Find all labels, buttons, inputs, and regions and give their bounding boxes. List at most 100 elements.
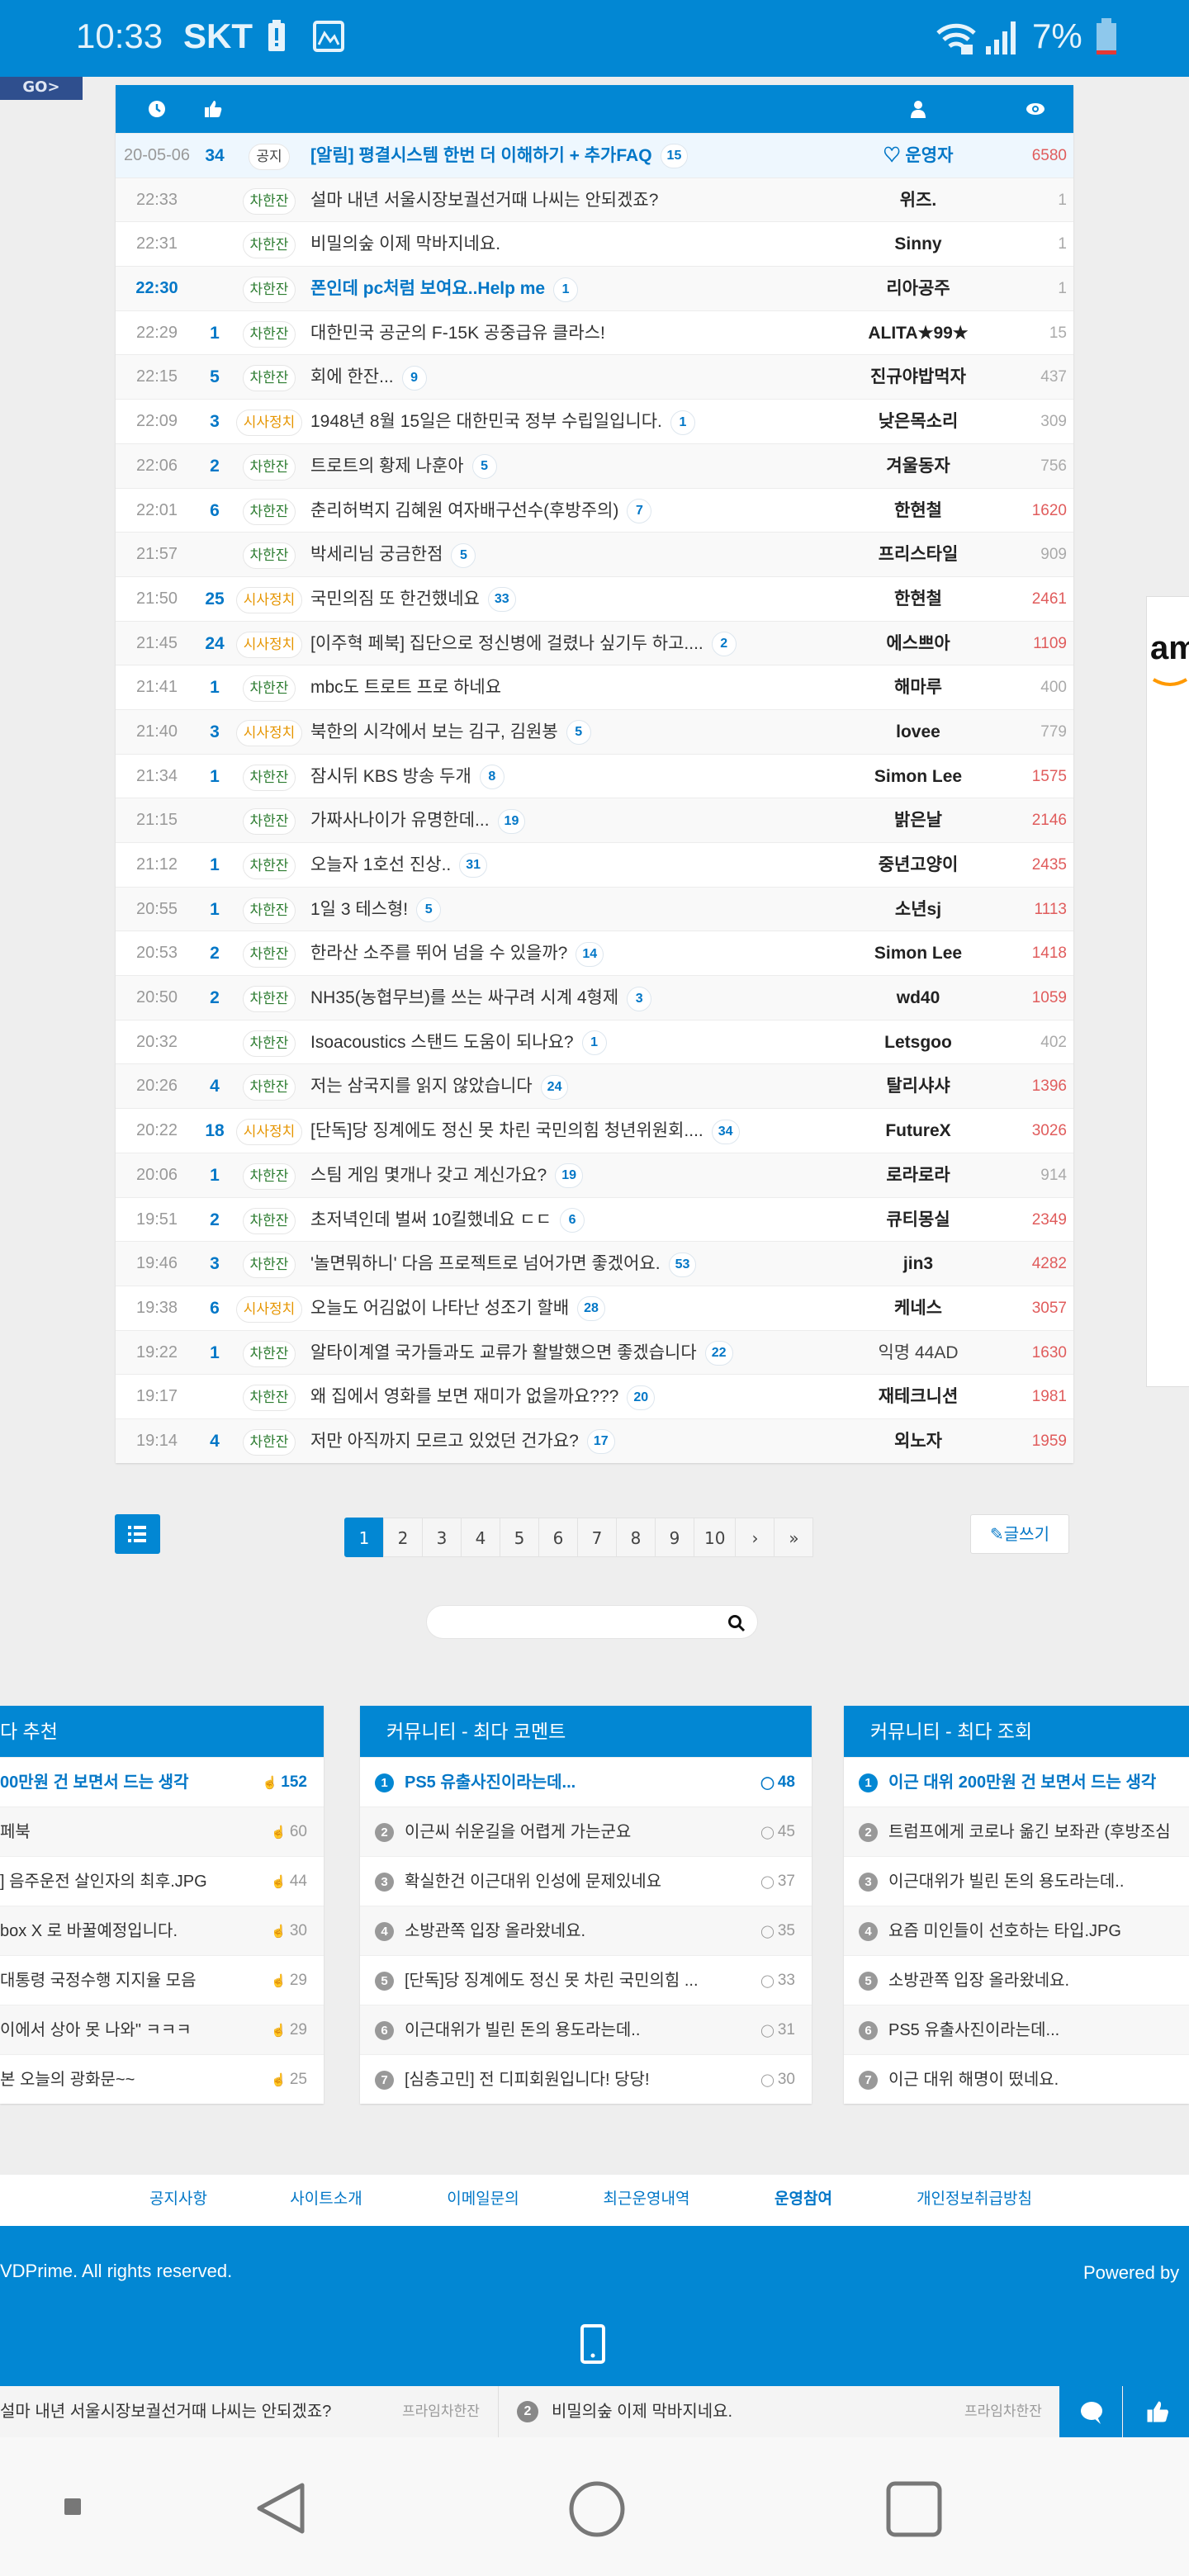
post-title[interactable]: [알림] 평결시스템 한번 더 이해하기 + 추가FAQ: [310, 146, 652, 165]
category-badge[interactable]: 차한잔: [242, 453, 296, 481]
post-author[interactable]: jin3: [834, 1242, 1002, 1286]
post-title[interactable]: [이주혁 페북] 집단으로 정신병에 걸렸나 싶기두 하고....: [310, 634, 703, 653]
post-title[interactable]: 대한민국 공군의 F-15K 공중급유 클라스!: [310, 324, 605, 343]
category-badge[interactable]: 차한잔: [242, 1163, 296, 1190]
post-author[interactable]: 해마루: [834, 665, 1002, 709]
category-badge[interactable]: 차한잔: [242, 232, 296, 259]
category-badge[interactable]: 차한잔: [242, 986, 296, 1013]
post-title[interactable]: 춘리허벅지 김혜원 여자배구선수(후방주의): [310, 501, 618, 520]
page-10-button[interactable]: 10: [694, 1518, 737, 1557]
card-item-title[interactable]: 00만원 건 보면서 드는 생각: [0, 1758, 249, 1807]
ticker-item-2[interactable]: 비밀의숲 이제 막바지네요.: [552, 2386, 732, 2437]
card-item[interactable]: 이에서 상아 못 나와" ㅋㅋㅋ ☝ 29: [0, 2005, 324, 2054]
card-item-title[interactable]: 이근대위가 빌린 돈의 용도라는데..: [888, 1857, 1189, 1906]
table-row[interactable]: 22:01 6 차한잔 춘리허벅지 김혜원 여자배구선수(후방주의) 7 한현철 1620: [116, 487, 1073, 533]
category-badge[interactable]: 차한잔: [242, 764, 296, 791]
post-author[interactable]: 한현철: [834, 489, 1002, 533]
category-badge[interactable]: 차한잔: [242, 1385, 296, 1412]
post-author[interactable]: FutureX: [834, 1109, 1002, 1153]
table-row[interactable]: 20:55 1 차한잔 1일 3 테스형! 5 소년sj 1113: [116, 886, 1073, 931]
table-row[interactable]: 22:33 차한잔 설마 내년 서울시장보궐선거때 나씨는 안되겠죠? 위즈. 1: [116, 177, 1073, 222]
category-badge[interactable]: 차한잔: [242, 1428, 296, 1456]
table-row[interactable]: 19:17 차한잔 왜 집에서 영화를 보면 재미가 없을까요??? 20 재테크니션 1…: [116, 1374, 1073, 1418]
post-author[interactable]: Simon Lee: [834, 755, 1002, 798]
card-item[interactable]: box X 로 바꿀예정입니다. ☝ 30: [0, 1906, 324, 1955]
category-badge[interactable]: 차한잔: [242, 1340, 296, 1367]
card-item[interactable]: 4 소방관쪽 입장 올라왔네요. ◯ 35: [360, 1906, 812, 1955]
page-5-button[interactable]: 5: [500, 1518, 539, 1557]
category-badge[interactable]: 차한잔: [242, 808, 296, 836]
category-badge[interactable]: 시사정치: [235, 586, 303, 613]
footer-link[interactable]: 개인정보취급방침: [917, 2186, 1032, 2209]
next-page-button[interactable]: ›: [735, 1518, 775, 1557]
post-author[interactable]: ♡ 운영자: [834, 134, 1002, 178]
post-title[interactable]: 가짜사나이가 유명한데...: [310, 811, 490, 830]
page-7-button[interactable]: 7: [577, 1518, 617, 1557]
card-item-title[interactable]: 트럼프에게 코로나 옮긴 보좌관 (후방조심: [888, 1807, 1189, 1857]
post-author[interactable]: 재테크니션: [834, 1375, 1002, 1418]
table-row[interactable]: 19:38 6 시사정치 오늘도 어김없이 나타난 성조기 할배 28 케네스 3057: [116, 1285, 1073, 1330]
post-title[interactable]: NH35(농협무브)를 쓰는 싸구려 시계 4형제: [310, 988, 618, 1007]
comment-button[interactable]: [1059, 2386, 1122, 2437]
post-title[interactable]: 트로트의 황제 나훈아: [310, 457, 464, 476]
category-badge[interactable]: 차한잔: [242, 675, 296, 703]
category-badge[interactable]: 차한잔: [242, 941, 296, 968]
thumbs-up-icon[interactable]: [203, 99, 223, 119]
card-item-title[interactable]: 이에서 상아 못 나와" ㅋㅋㅋ: [0, 2005, 249, 2055]
post-author[interactable]: 탈리샤샤: [834, 1064, 1002, 1108]
post-title[interactable]: [단독]당 징계에도 정신 못 차린 국민의힘 청년위원회....: [310, 1121, 703, 1140]
table-row[interactable]: 19:14 4 차한잔 저만 아직까지 모르고 있었던 건가요? 17 외노자 1959: [116, 1418, 1073, 1463]
home-icon[interactable]: [568, 2480, 626, 2538]
table-row[interactable]: 21:40 3 시사정치 북한의 시각에서 보는 김구, 김원봉 5 lovee 779: [116, 708, 1073, 754]
post-title[interactable]: 잠시뒤 KBS 방송 두개: [310, 767, 471, 786]
card-item[interactable]: 7 [심층고민] 전 디피회원입니다! 당당! ◯ 30: [360, 2054, 812, 2104]
post-author[interactable]: 겨울동자: [834, 444, 1002, 488]
table-row[interactable]: 21:15 차한잔 가짜사나이가 유명한데... 19 밝은날 2146: [116, 798, 1073, 842]
footer-link[interactable]: 운영참여: [775, 2186, 832, 2209]
category-badge[interactable]: 차한잔: [242, 1074, 296, 1101]
back-icon[interactable]: [253, 2482, 310, 2535]
card-item[interactable]: 5 소방관쪽 입장 올라왔네요.: [844, 1955, 1189, 2005]
category-badge[interactable]: 차한잔: [242, 187, 296, 215]
category-badge[interactable]: 차한잔: [242, 320, 296, 348]
table-row[interactable]: 19:22 1 차한잔 알타이계열 국가들과도 교류가 활발했으면 좋겠습니다 22 익명…: [116, 1329, 1073, 1375]
post-author[interactable]: 위즈.: [834, 178, 1002, 222]
page-4-button[interactable]: 4: [461, 1518, 500, 1557]
post-title[interactable]: 저는 삼국지를 읽지 않았습니다: [310, 1077, 533, 1096]
post-author[interactable]: 중년고양이: [834, 843, 1002, 887]
post-author[interactable]: 에스쁘아: [834, 622, 1002, 665]
table-row[interactable]: 20:22 18 시사정치 [단독]당 징계에도 정신 못 차린 국민의힘 청년위원회…: [116, 1108, 1073, 1153]
card-item-title[interactable]: 소방관쪽 입장 올라왔네요.: [405, 1906, 737, 1956]
post-author[interactable]: ALITA★99★: [834, 311, 1002, 355]
mobile-icon[interactable]: [580, 2323, 606, 2365]
post-title[interactable]: 국민의짐 또 한건했네요: [310, 590, 480, 608]
table-row[interactable]: 21:41 1 차한잔 mbc도 트로트 프로 하네요 해마루 400: [116, 665, 1073, 709]
card-item-title[interactable]: 이근 대위 200만원 건 보면서 드는 생각: [888, 1758, 1189, 1807]
card-item-title[interactable]: ] 음주운전 살인자의 최후.JPG: [0, 1857, 249, 1906]
post-title[interactable]: 왜 집에서 영화를 보면 재미가 없을까요???: [310, 1387, 618, 1406]
ticker-item-1[interactable]: 설마 내년 서울시장보궐선거때 나씨는 안되겠죠?: [0, 2386, 388, 2437]
go-button[interactable]: GO>: [0, 77, 83, 100]
card-item-title[interactable]: 확실한건 이근대위 인성에 문제있네요: [405, 1857, 737, 1906]
post-title[interactable]: 오늘도 어김없이 나타난 성조기 할배: [310, 1299, 569, 1318]
post-author[interactable]: Sinny: [834, 222, 1002, 266]
category-badge[interactable]: 차한잔: [242, 853, 296, 879]
category-badge[interactable]: 공지: [249, 144, 290, 170]
table-row[interactable]: 21:12 1 차한잔 오늘자 1호선 진상.. 31 중년고양이 2435: [116, 842, 1073, 887]
post-author[interactable]: lovee: [834, 710, 1002, 754]
search-icon[interactable]: [727, 1614, 746, 1632]
clock-icon[interactable]: [147, 99, 167, 119]
table-row[interactable]: 20:32 차한잔 Isoacoustics 스탠드 도움이 되나요? 1 Letsgo…: [116, 1019, 1073, 1064]
post-author[interactable]: 케네스: [834, 1286, 1002, 1330]
post-title[interactable]: 1948년 8월 15일은 대한민국 정부 수립일입니다.: [310, 412, 662, 431]
post-title[interactable]: 회에 한잔...: [310, 367, 394, 386]
post-author[interactable]: 익명 44AD: [834, 1331, 1002, 1375]
card-item[interactable]: 2 이근씨 쉬운길을 어렵게 가는군요 ◯ 45: [360, 1807, 812, 1856]
amazon-ad[interactable]: am: [1146, 596, 1189, 1387]
card-item-title[interactable]: PS5 유출사진이라는데...: [405, 1758, 737, 1807]
page-8-button[interactable]: 8: [616, 1518, 656, 1557]
dot-button[interactable]: [64, 2498, 81, 2515]
table-row[interactable]: 21:50 25 시사정치 국민의짐 또 한건했네요 33 한현철 2461: [116, 575, 1073, 621]
category-badge[interactable]: 차한잔: [242, 365, 296, 392]
post-author[interactable]: 소년sj: [834, 888, 1002, 931]
